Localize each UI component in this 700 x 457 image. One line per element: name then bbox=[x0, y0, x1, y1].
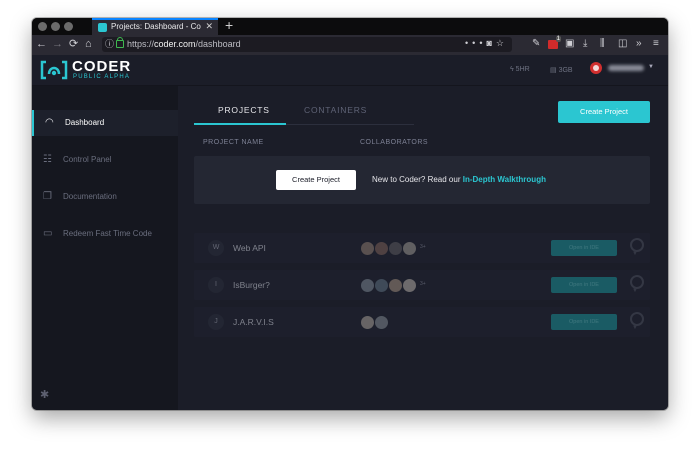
user-avatar[interactable] bbox=[590, 62, 602, 74]
avatar[interactable] bbox=[360, 241, 375, 256]
table-row[interactable]: J J.A.R.V.I.S Open in IDE ▼ bbox=[194, 307, 650, 337]
avatar[interactable] bbox=[388, 278, 403, 293]
sidebar-item-label: Documentation bbox=[63, 192, 117, 201]
gear-icon[interactable] bbox=[630, 275, 644, 289]
chevron-down-icon[interactable]: ▼ bbox=[632, 288, 638, 294]
forward-arrow-icon[interactable]: → bbox=[52, 37, 63, 51]
avatar[interactable] bbox=[374, 278, 389, 293]
project-initial: I bbox=[208, 277, 224, 293]
username-blurred[interactable] bbox=[608, 65, 644, 71]
bug-report-icon[interactable]: ✱ bbox=[40, 388, 49, 401]
sidebar-item-label: Control Panel bbox=[63, 155, 112, 164]
speedometer-icon: ◠ bbox=[45, 117, 54, 128]
table-row[interactable]: I IsBurger? 3+ Open in IDE ▼ bbox=[194, 270, 650, 300]
sidebar-item-documentation[interactable]: ❐ Documentation bbox=[32, 184, 178, 210]
active-tab-indicator bbox=[194, 123, 286, 125]
page-actions-icon[interactable]: •••◙☆ bbox=[465, 38, 508, 49]
open-in-ide-button[interactable]: Open in IDE bbox=[551, 314, 617, 330]
project-initial: W bbox=[208, 240, 224, 256]
browser-tab-strip: Projects: Dashboard - Coder ✕ + bbox=[32, 18, 668, 35]
sidebar: ◠ Dashboard ☷ Control Panel ❐ Documentat… bbox=[32, 86, 178, 410]
avatar[interactable] bbox=[402, 241, 417, 256]
lightning-icon: ϟ bbox=[510, 66, 514, 73]
project-initial: J bbox=[208, 314, 224, 330]
avatar[interactable] bbox=[374, 241, 389, 256]
extension-badge-icon[interactable]: 1 bbox=[548, 36, 561, 49]
avatar[interactable] bbox=[374, 315, 389, 330]
sliders-icon: ☷ bbox=[43, 154, 52, 165]
browser-window: Projects: Dashboard - Coder ✕ + ← → ⟳ ⌂ … bbox=[32, 18, 668, 410]
column-header-project-name: PROJECT NAME bbox=[203, 139, 264, 146]
gear-icon[interactable] bbox=[630, 238, 644, 252]
project-name[interactable]: IsBurger? bbox=[233, 280, 270, 290]
browser-tab[interactable]: Projects: Dashboard - Coder ✕ bbox=[92, 18, 218, 35]
browser-tab-title: Projects: Dashboard - Coder bbox=[111, 22, 201, 31]
sidebar-item-control-panel[interactable]: ☷ Control Panel bbox=[32, 147, 178, 173]
coder-favicon-icon bbox=[98, 23, 107, 32]
documents-icon: ❐ bbox=[43, 191, 52, 202]
sidebar-item-label: Redeem Fast Time Code bbox=[63, 229, 152, 238]
open-in-ide-button[interactable]: Open in IDE bbox=[551, 277, 617, 293]
cpu-stat: ϟ 5HR bbox=[510, 66, 530, 73]
chevron-down-icon[interactable]: ▼ bbox=[648, 64, 654, 70]
wrench-icon[interactable]: ✎ bbox=[532, 38, 540, 49]
chevron-down-icon[interactable]: ▼ bbox=[632, 325, 638, 331]
ram-stat: ▤ 3GB bbox=[550, 67, 573, 74]
zoom-window-button[interactable] bbox=[64, 22, 73, 31]
lock-icon bbox=[116, 37, 124, 48]
banner-create-project-button[interactable]: Create Project bbox=[276, 170, 356, 190]
back-arrow-icon[interactable]: ← bbox=[36, 37, 47, 51]
memory-icon: ▤ bbox=[550, 67, 557, 74]
gear-icon[interactable] bbox=[630, 312, 644, 326]
sidebar-item-dashboard[interactable]: ◠ Dashboard bbox=[32, 110, 178, 136]
create-project-button[interactable]: Create Project bbox=[558, 101, 650, 123]
more-collaborators-count: 3+ bbox=[420, 244, 426, 250]
avatar[interactable] bbox=[360, 278, 375, 293]
coder-logo-icon[interactable] bbox=[40, 59, 68, 81]
browser-nav-bar: ← → ⟳ ⌂ ⓘ https://coder.com/dashboard ••… bbox=[32, 35, 668, 56]
url-text: https://coder.com/dashboard bbox=[127, 39, 241, 49]
brand-subtitle: PUBLIC ALPHA bbox=[73, 74, 131, 80]
close-window-button[interactable] bbox=[38, 22, 47, 31]
avatar[interactable] bbox=[360, 315, 375, 330]
download-icon[interactable]: ⤓ bbox=[583, 38, 587, 49]
chevron-down-icon[interactable]: ▼ bbox=[632, 251, 638, 257]
getting-started-banner: Create Project New to Coder? Read our In… bbox=[194, 156, 650, 204]
project-name[interactable]: J.A.R.V.I.S bbox=[233, 317, 274, 327]
avatar[interactable] bbox=[388, 241, 403, 256]
sidebar-toggle-icon[interactable]: ◫ bbox=[618, 38, 627, 49]
home-icon[interactable]: ⌂ bbox=[85, 37, 92, 51]
reload-icon[interactable]: ⟳ bbox=[69, 37, 78, 51]
more-collaborators-count: 3+ bbox=[420, 281, 426, 287]
bookmark-star-icon[interactable]: ☆ bbox=[496, 38, 508, 48]
app-header: CODER PUBLIC ALPHA ϟ 5HR ▤ 3GB ▼ bbox=[32, 55, 668, 86]
tab-projects[interactable]: PROJECTS bbox=[218, 105, 270, 115]
minimize-window-button[interactable] bbox=[51, 22, 60, 31]
column-header-collaborators: COLLABORATORS bbox=[360, 139, 429, 146]
hamburger-menu-icon[interactable]: ≡ bbox=[653, 38, 659, 49]
overflow-chevron-icon[interactable]: » bbox=[636, 38, 642, 49]
walkthrough-link[interactable]: In-Depth Walkthrough bbox=[463, 175, 546, 184]
sidebar-item-label: Dashboard bbox=[65, 118, 105, 127]
pocket-icon[interactable]: ◙ bbox=[486, 38, 495, 48]
brand-name: CODER bbox=[72, 58, 132, 75]
sidebar-item-redeem-code[interactable]: ▭ Redeem Fast Time Code bbox=[32, 221, 178, 247]
project-name[interactable]: Web API bbox=[233, 243, 266, 253]
table-row[interactable]: W Web API 3+ Open in IDE ▼ bbox=[194, 233, 650, 263]
info-icon[interactable]: ⓘ bbox=[105, 37, 114, 51]
new-tab-icon[interactable]: + bbox=[225, 18, 233, 33]
shield-extension-icon[interactable]: ▣ bbox=[565, 38, 574, 49]
main-content: PROJECTS CONTAINERS Create Project PROJE… bbox=[178, 86, 668, 410]
banner-text: New to Coder? Read our In-Depth Walkthro… bbox=[372, 175, 546, 184]
address-bar[interactable]: ⓘ https://coder.com/dashboard •••◙☆ bbox=[102, 37, 512, 52]
tab-containers[interactable]: CONTAINERS bbox=[304, 105, 367, 115]
close-tab-icon[interactable]: ✕ bbox=[205, 21, 213, 32]
ticket-icon: ▭ bbox=[43, 228, 53, 239]
open-in-ide-button[interactable]: Open in IDE bbox=[551, 240, 617, 256]
library-icon[interactable]: ⫼ bbox=[600, 38, 605, 49]
project-tabs: PROJECTS CONTAINERS bbox=[194, 102, 414, 125]
avatar[interactable] bbox=[402, 278, 417, 293]
